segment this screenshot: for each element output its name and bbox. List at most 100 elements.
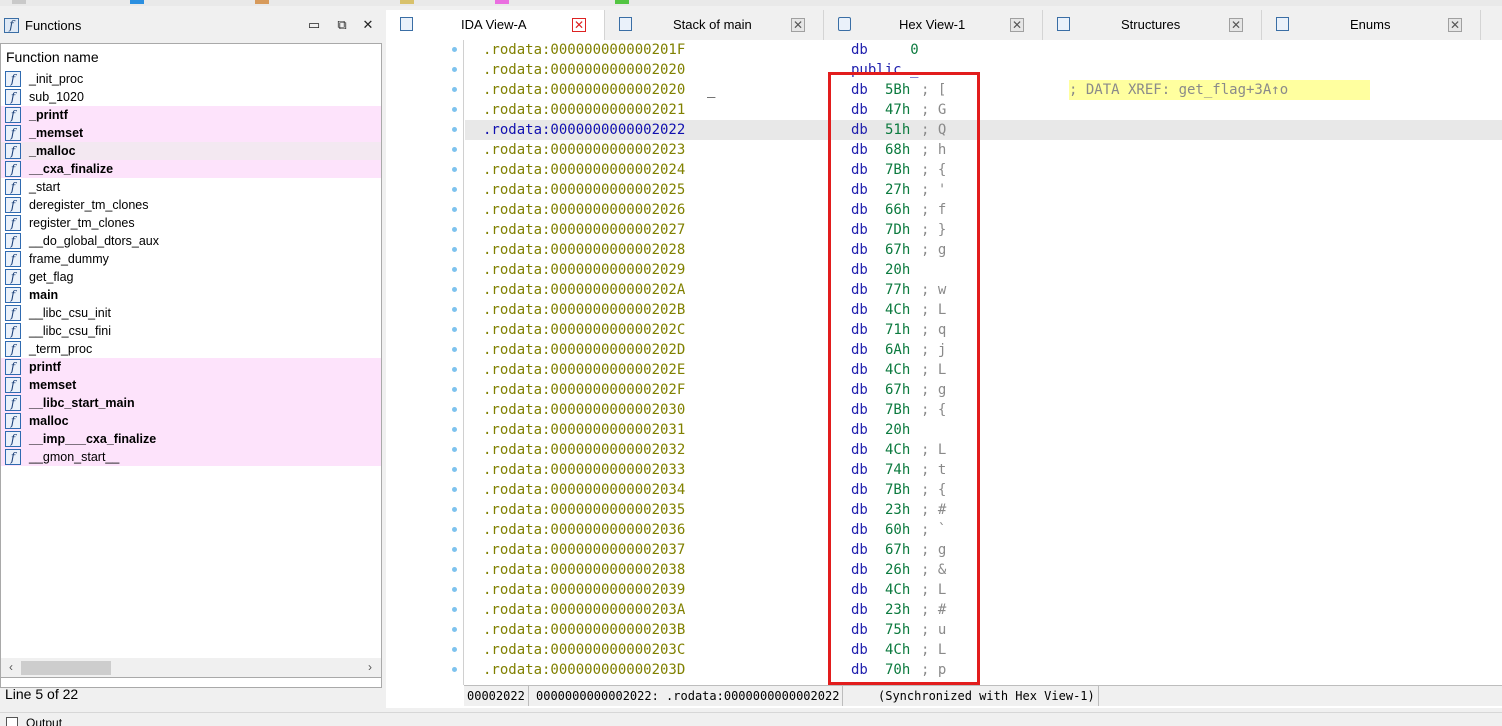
- maximize-icon[interactable]: ▭: [306, 17, 322, 33]
- disasm-line[interactable]: .rodata:0000000000002022 db 51h ; Q: [465, 120, 1502, 140]
- disasm-line[interactable]: .rodata:000000000000202D db 6Ah ; j: [465, 340, 1502, 360]
- disasm-mnemonic: db: [851, 182, 868, 198]
- disasm-line[interactable]: .rodata:0000000000002020 public _: [465, 60, 1502, 80]
- function-list-item[interactable]: f _memset: [1, 124, 381, 142]
- function-list-item[interactable]: f __do_global_dtors_aux: [1, 232, 381, 250]
- disasm-line[interactable]: .rodata:000000000000203A db 23h ; #: [465, 600, 1502, 620]
- function-list-item[interactable]: f __libc_start_main: [1, 394, 381, 412]
- disasm-comment: ; {: [921, 482, 947, 498]
- function-list-item[interactable]: f malloc: [1, 412, 381, 430]
- tab-structures[interactable]: Structures ✕: [1043, 10, 1262, 40]
- tab-hex-view-1[interactable]: Hex View-1 ✕: [824, 10, 1043, 40]
- function-list-item[interactable]: f _malloc: [1, 142, 381, 160]
- disasm-line[interactable]: .rodata:000000000000201F db 0: [465, 40, 1502, 60]
- disasm-line[interactable]: .rodata:0000000000002024 db 7Bh ; {: [465, 160, 1502, 180]
- close-icon[interactable]: ✕: [360, 17, 376, 33]
- scrollbar-thumb[interactable]: [21, 661, 111, 675]
- disasm-comment: ; t: [921, 462, 947, 478]
- function-name: _printf: [29, 108, 68, 122]
- function-list-item[interactable]: f main: [1, 286, 381, 304]
- disasm-address: .rodata:0000000000002021: [483, 102, 686, 118]
- ida-view-a[interactable]: .rodata:000000000000201F db 0 .rodata:0000…: [386, 40, 1502, 708]
- disasm-line[interactable]: .rodata:0000000000002036 db 60h ; `: [465, 520, 1502, 540]
- function-list-item[interactable]: f __gmon_start__: [1, 448, 381, 466]
- disasm-mnemonic: db: [851, 362, 868, 378]
- disasm-address: .rodata:000000000000202A: [483, 282, 686, 298]
- function-list-item[interactable]: f __libc_csu_init: [1, 304, 381, 322]
- close-icon[interactable]: ✕: [1010, 18, 1024, 32]
- line-marker-dot: [452, 607, 457, 612]
- disasm-line[interactable]: .rodata:0000000000002021 db 47h ; G: [465, 100, 1502, 120]
- tab-stack-of-main[interactable]: Stack of main ✕: [605, 10, 824, 40]
- output-window-tab[interactable]: Output: [0, 712, 1502, 726]
- disasm-line[interactable]: .rodata:0000000000002035 db 23h ; #: [465, 500, 1502, 520]
- disasm-line[interactable]: .rodata:0000000000002027 db 7Dh ; }: [465, 220, 1502, 240]
- disassembly-listing[interactable]: .rodata:000000000000201F db 0 .rodata:0000…: [465, 40, 1502, 685]
- function-list-item[interactable]: f printf: [1, 358, 381, 376]
- disasm-mnemonic: db: [851, 582, 868, 598]
- function-list-item[interactable]: f deregister_tm_clones: [1, 196, 381, 214]
- function-list-item[interactable]: f sub_1020: [1, 88, 381, 106]
- function-list-item[interactable]: f _term_proc: [1, 340, 381, 358]
- disasm-line[interactable]: .rodata:0000000000002038 db 26h ; &: [465, 560, 1502, 580]
- disasm-operand: 47h: [885, 102, 911, 118]
- disasm-line[interactable]: .rodata:0000000000002037 db 67h ; g: [465, 540, 1502, 560]
- disasm-operand: 20h: [885, 262, 911, 278]
- disasm-line[interactable]: .rodata:000000000000202A db 77h ; w: [465, 280, 1502, 300]
- function-list-item[interactable]: f memset: [1, 376, 381, 394]
- disasm-line[interactable]: .rodata:0000000000002034 db 7Bh ; {: [465, 480, 1502, 500]
- function-list-item[interactable]: f __imp___cxa_finalize: [1, 430, 381, 448]
- close-icon[interactable]: ✕: [572, 18, 586, 32]
- disasm-line[interactable]: .rodata:0000000000002029 db 20h: [465, 260, 1502, 280]
- function-list-item[interactable]: f __libc_csu_fini: [1, 322, 381, 340]
- disasm-line[interactable]: .rodata:0000000000002039 db 4Ch ; L: [465, 580, 1502, 600]
- disasm-line[interactable]: .rodata:0000000000002032 db 4Ch ; L: [465, 440, 1502, 460]
- status-location: 0000000000002022: .rodata:00000000000020…: [533, 686, 844, 706]
- disasm-line[interactable]: .rodata:0000000000002028 db 67h ; g: [465, 240, 1502, 260]
- function-list-item[interactable]: f _printf: [1, 106, 381, 124]
- disasm-line[interactable]: .rodata:000000000000203B db 75h ; u: [465, 620, 1502, 640]
- column-header-function-name[interactable]: Function name: [1, 44, 381, 70]
- disasm-operand: 4Ch: [885, 582, 911, 598]
- disasm-address: .rodata:0000000000002022: [483, 122, 686, 138]
- disasm-comment: ; g: [921, 382, 947, 398]
- disasm-line[interactable]: .rodata:000000000000203D db 70h ; p: [465, 660, 1502, 680]
- disasm-mnemonic: db: [851, 342, 868, 358]
- function-list-item[interactable]: f get_flag: [1, 268, 381, 286]
- disasm-line[interactable]: .rodata:0000000000002031 db 20h: [465, 420, 1502, 440]
- disasm-line[interactable]: .rodata:0000000000002030 db 7Bh ; {: [465, 400, 1502, 420]
- function-list-item[interactable]: f register_tm_clones: [1, 214, 381, 232]
- scroll-right-icon[interactable]: ›: [363, 660, 377, 674]
- disasm-line[interactable]: .rodata:0000000000002033 db 74h ; t: [465, 460, 1502, 480]
- close-icon[interactable]: ✕: [1448, 18, 1462, 32]
- function-list-item[interactable]: f __cxa_finalize: [1, 160, 381, 178]
- disasm-line[interactable]: .rodata:000000000000202C db 71h ; q: [465, 320, 1502, 340]
- disasm-line[interactable]: .rodata:000000000000203C db 4Ch ; L: [465, 640, 1502, 660]
- restore-icon[interactable]: ⧉: [334, 17, 350, 33]
- disasm-line[interactable]: .rodata:000000000000202B db 4Ch ; L: [465, 300, 1502, 320]
- function-list-item[interactable]: f _init_proc: [1, 70, 381, 88]
- disasm-xref-comment: ; DATA XREF: get_flag+3A↑o: [1069, 80, 1370, 100]
- line-marker-dot: [452, 407, 457, 412]
- disasm-mnemonic: db: [851, 622, 868, 638]
- scroll-left-icon[interactable]: ‹: [4, 660, 18, 674]
- disasm-mnemonic: db: [851, 222, 868, 238]
- close-icon[interactable]: ✕: [791, 18, 805, 32]
- tab-ida-view-a[interactable]: IDA View-A ✕: [386, 10, 605, 40]
- line-marker-dot: [452, 467, 457, 472]
- function-list-item[interactable]: f frame_dummy: [1, 250, 381, 268]
- function-name: __libc_csu_fini: [29, 324, 111, 338]
- disasm-line[interactable]: .rodata:0000000000002025 db 27h ; ': [465, 180, 1502, 200]
- disasm-line[interactable]: .rodata:000000000000202F db 67h ; g: [465, 380, 1502, 400]
- disasm-line[interactable]: .rodata:0000000000002026 db 66h ; f: [465, 200, 1502, 220]
- tab-enums[interactable]: Enums ✕: [1262, 10, 1481, 40]
- functions-list[interactable]: Function name f _init_proc f sub_1020 f _prin…: [0, 43, 382, 688]
- function-list-item[interactable]: f _start: [1, 178, 381, 196]
- disasm-line[interactable]: .rodata:000000000000202E db 4Ch ; L: [465, 360, 1502, 380]
- output-icon: [6, 717, 18, 726]
- functions-horizontal-scrollbar[interactable]: ‹ ›: [0, 658, 382, 678]
- disasm-address: .rodata:0000000000002031: [483, 422, 686, 438]
- disasm-line[interactable]: .rodata:0000000000002023 db 68h ; h: [465, 140, 1502, 160]
- disasm-line[interactable]: .rodata:0000000000002020 _ db 5Bh ; [; DATA …: [465, 80, 1502, 100]
- close-icon[interactable]: ✕: [1229, 18, 1243, 32]
